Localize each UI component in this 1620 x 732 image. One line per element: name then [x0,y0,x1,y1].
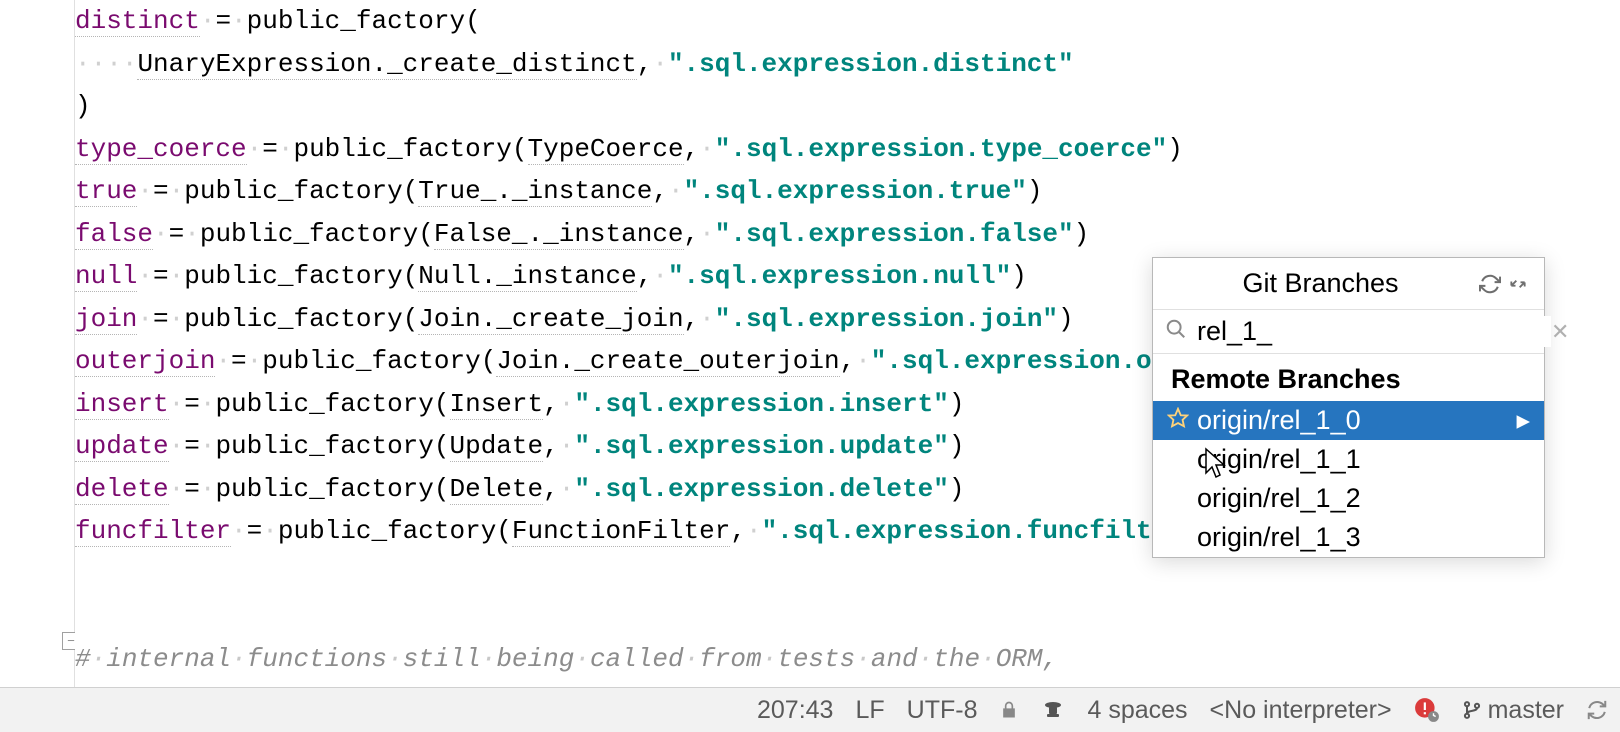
remote-branches-header: Remote Branches [1153,354,1544,401]
code-line: ····UnaryExpression._create_distinct,·".… [75,43,1620,86]
star-icon [1167,405,1191,436]
popup-header: Git Branches [1153,258,1544,310]
search-icon [1165,318,1187,345]
code-line [75,595,1620,638]
code-line: false·=·public_factory(False_._instance,… [75,213,1620,256]
branch-label: origin/rel_1_3 [1197,522,1530,553]
code-line: type_coerce·=·public_factory(TypeCoerce,… [75,128,1620,171]
branch-item-origin-rel_1_1[interactable]: origin/rel_1_1 [1153,440,1544,479]
branch-list: origin/rel_1_0▸ origin/rel_1_1 origin/rel_… [1153,401,1544,557]
python-interpreter[interactable]: <No interpreter> [1210,696,1392,725]
branch-item-origin-rel_1_0[interactable]: origin/rel_1_0▸ [1153,401,1544,440]
submenu-arrow-icon: ▸ [1516,405,1530,436]
cursor-position[interactable]: 207:43 [757,696,833,725]
branch-item-origin-rel_1_2[interactable]: origin/rel_1_2 [1153,479,1544,518]
branch-name-label: master [1488,696,1564,725]
code-line: ) [75,85,1620,128]
file-encoding[interactable]: UTF-8 [907,696,978,725]
code-line: #·internal·functions·still·being·called·… [75,638,1620,681]
readonly-lock-icon[interactable] [999,700,1019,720]
code-line: distinct·=·public_factory( [75,0,1620,43]
indent-setting[interactable]: 4 spaces [1087,696,1187,725]
branch-label: origin/rel_1_0 [1197,405,1510,436]
clear-search-icon[interactable]: ✕ [1551,319,1569,345]
status-bar: 207:43 LF UTF-8 4 spaces <No interpreter… [0,687,1620,732]
branch-search-input[interactable] [1197,316,1551,347]
popup-search-row: ✕ [1153,310,1544,354]
git-branch-status[interactable]: master [1462,696,1564,725]
sync-icon[interactable] [1586,699,1608,721]
popup-title: Git Branches [1165,268,1476,299]
git-branches-popup: Git Branches ✕ Remote Branches origin/re… [1152,257,1545,558]
code-line [75,553,1620,596]
editor-gutter [0,0,75,687]
code-line: true·=·public_factory(True_._instance,·"… [75,170,1620,213]
branch-item-origin-rel_1_3[interactable]: origin/rel_1_3 [1153,518,1544,557]
problems-icon[interactable] [1414,697,1440,723]
refresh-icon[interactable] [1476,270,1504,298]
collapse-icon[interactable] [1504,270,1532,298]
branch-label: origin/rel_1_2 [1197,483,1530,514]
inspector-icon[interactable] [1041,698,1065,722]
branch-label: origin/rel_1_1 [1197,444,1530,475]
line-separator[interactable]: LF [855,696,884,725]
